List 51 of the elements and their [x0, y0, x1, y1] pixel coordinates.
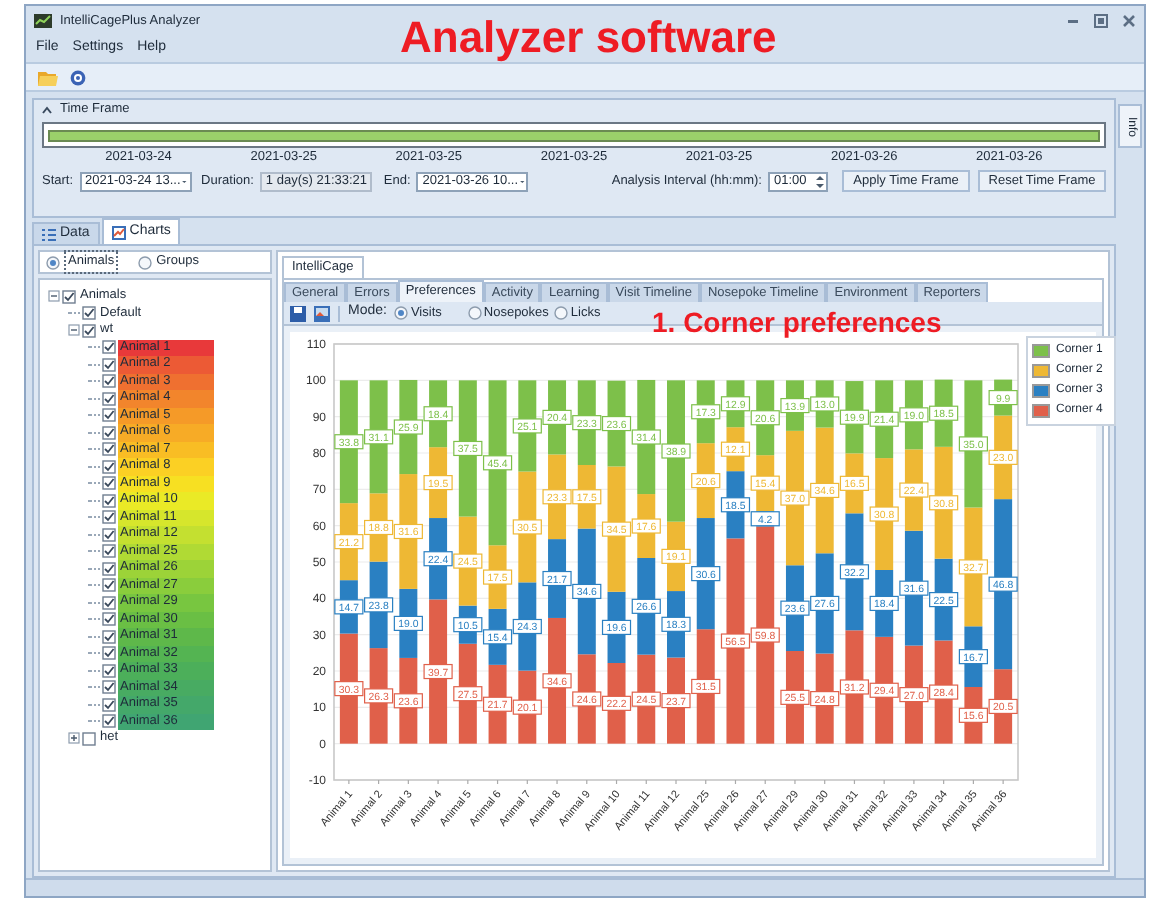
- checkbox[interactable]: [102, 646, 116, 661]
- checkbox[interactable]: [82, 731, 96, 746]
- checkbox[interactable]: [102, 442, 116, 457]
- radio-button[interactable]: [46, 255, 60, 269]
- checkbox[interactable]: [102, 612, 116, 627]
- list-icon: [42, 227, 56, 241]
- info-icon[interactable]: [70, 69, 86, 85]
- checkbox[interactable]: [82, 306, 96, 321]
- checkbox[interactable]: [102, 459, 116, 474]
- checkbox[interactable]: [102, 493, 116, 508]
- checkbox[interactable]: [102, 527, 116, 542]
- checkbox[interactable]: [62, 289, 76, 304]
- checkbox[interactable]: [102, 544, 116, 559]
- maximize-icon[interactable]: [1094, 14, 1108, 28]
- radio-button[interactable]: [138, 255, 153, 269]
- checkbox[interactable]: [102, 561, 116, 576]
- chart-icon: [111, 225, 126, 239]
- chevron-up-icon[interactable]: [42, 106, 52, 114]
- checkbox[interactable]: [102, 340, 116, 355]
- checkbox[interactable]: [102, 697, 116, 712]
- save-icon[interactable]: [290, 305, 306, 321]
- checkbox[interactable]: [102, 374, 116, 389]
- expand-icon[interactable]: [68, 732, 80, 745]
- checkbox[interactable]: [102, 357, 116, 372]
- image-export-icon[interactable]: [314, 305, 330, 321]
- checkbox[interactable]: [102, 391, 116, 406]
- spinner-icon[interactable]: [814, 173, 826, 189]
- timeline-track[interactable]: [42, 122, 1106, 148]
- close-icon[interactable]: [1122, 14, 1136, 28]
- bar-segment: [696, 629, 715, 744]
- checkbox[interactable]: [102, 408, 116, 423]
- annotation-text: Analyzer software: [400, 16, 777, 60]
- app-icon: [34, 14, 52, 28]
- checkbox[interactable]: [82, 323, 96, 338]
- checkbox[interactable]: [102, 629, 116, 644]
- checkbox[interactable]: [102, 476, 116, 491]
- annotation-text: 1. Corner preferences: [652, 308, 942, 336]
- radio-button[interactable]: [554, 306, 569, 320]
- radio-button[interactable]: [394, 306, 409, 320]
- minimize-icon[interactable]: [1066, 14, 1080, 28]
- checkbox[interactable]: [102, 578, 116, 593]
- bar-segment: [964, 380, 983, 508]
- radio-button[interactable]: [467, 306, 482, 320]
- checkbox[interactable]: [102, 595, 116, 610]
- checkbox[interactable]: [102, 714, 116, 729]
- checkbox[interactable]: [102, 425, 116, 440]
- checkbox[interactable]: [102, 680, 116, 695]
- bar-segment: [845, 630, 864, 744]
- bar-segment: [815, 553, 834, 654]
- checkbox[interactable]: [102, 510, 116, 525]
- checkbox[interactable]: [102, 663, 116, 678]
